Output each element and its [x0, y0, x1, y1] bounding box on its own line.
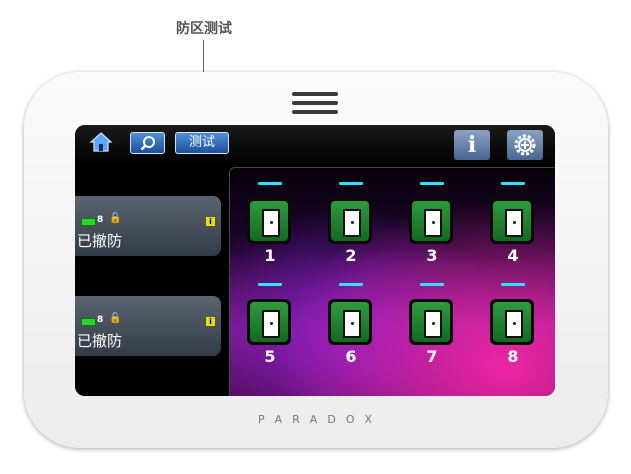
area-panel: 8 🔓 i 已撤防 8 🔓 i 已撤防: [75, 165, 227, 396]
area-status: 已撤防: [77, 232, 123, 250]
speaker-slot: [292, 92, 338, 96]
zone-number: 7: [426, 347, 438, 366]
test-button[interactable]: 测试: [175, 132, 229, 154]
zone-number: 1: [264, 246, 276, 265]
brand-letter: D: [327, 413, 346, 426]
unlock-icon: 🔓: [109, 213, 122, 224]
info-button[interactable]: i: [454, 130, 490, 160]
zone-indicator: [339, 283, 363, 286]
home-icon[interactable]: [89, 131, 113, 153]
zone-indicator: [339, 182, 363, 185]
zone-indicator: [420, 182, 444, 185]
info-badge: i: [206, 217, 215, 226]
battery-icon: [81, 218, 96, 226]
area-card-2[interactable]: 8 🔓 i 已撤防: [75, 296, 221, 356]
zone-number: 6: [345, 347, 357, 366]
brand-letter: A: [309, 413, 328, 426]
zone-grid: 1 2 3 4 5 6 7 8: [229, 167, 555, 396]
settings-button[interactable]: [507, 130, 543, 160]
touch-screen: 测试 i 8 🔓 i 已撤防 8 🔓 i 已撤防 1 2 3 4 5 6 7 8: [75, 125, 555, 396]
brand-logo: PARADOX: [240, 413, 400, 426]
zone-indicator: [258, 283, 282, 286]
zone-indicator: [501, 182, 525, 185]
battery-count: 8: [97, 215, 104, 225]
brand-letter: O: [345, 413, 365, 426]
zone-number: 3: [426, 246, 438, 265]
info-badge: i: [206, 317, 215, 326]
brand-letter: A: [274, 413, 293, 426]
zone-number: 4: [507, 246, 519, 265]
callout-label: 防区测试: [176, 21, 232, 37]
battery-icon: [81, 318, 96, 326]
zone-number: 2: [345, 246, 357, 265]
zone-indicator: [501, 283, 525, 286]
zone-indicator: [420, 283, 444, 286]
brand-letter: R: [292, 413, 310, 426]
door-icon: [247, 198, 291, 244]
zone-number: 5: [264, 347, 276, 366]
speaker-slot: [292, 110, 338, 114]
door-icon: [490, 299, 534, 345]
speaker-slot: [292, 101, 338, 105]
area-status: 已撤防: [77, 332, 123, 350]
door-icon: [328, 198, 372, 244]
door-icon: [490, 198, 534, 244]
search-icon: [140, 136, 155, 151]
door-icon: [409, 299, 453, 345]
zone-number: 8: [507, 347, 519, 366]
zone-indicator: [258, 182, 282, 185]
door-icon: [409, 198, 453, 244]
door-icon: [328, 299, 372, 345]
brand-letter: X: [364, 413, 383, 426]
area-card-1[interactable]: 8 🔓 i 已撤防: [75, 196, 221, 256]
settings-icon: [514, 134, 536, 156]
door-icon: [247, 299, 291, 345]
brand-letter: P: [257, 413, 275, 426]
battery-count: 8: [97, 315, 104, 325]
search-button[interactable]: [130, 132, 165, 154]
unlock-icon: 🔓: [109, 313, 122, 324]
top-bar: 测试 i: [75, 125, 555, 165]
